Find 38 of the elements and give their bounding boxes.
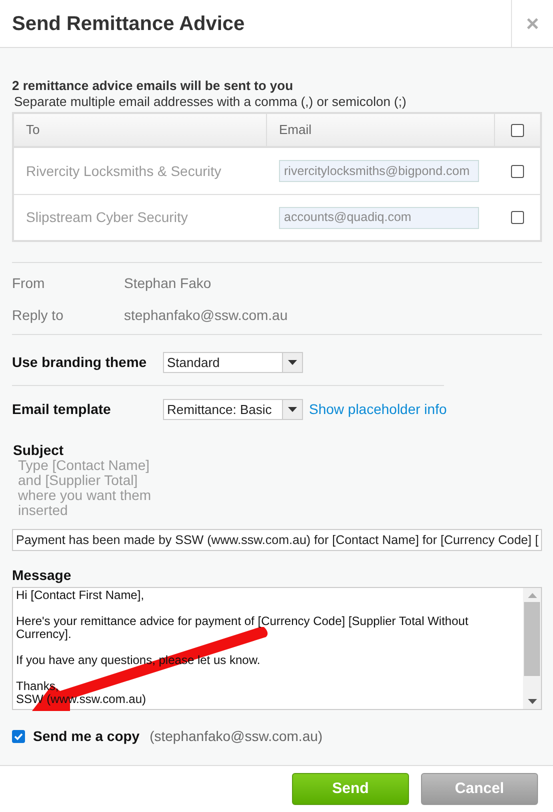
table-cell: Rivercity Locksmiths & Security: [26, 162, 222, 178]
checkbox[interactable]: [12, 730, 25, 743]
field-label: Message: [12, 566, 72, 585]
help-text: Type [Contact Name] and [Supplier Total] where you want them inserted: [18, 458, 152, 518]
field-label: Reply to: [12, 306, 64, 325]
field-label: Subject: [12, 442, 65, 458]
caret-icon: [288, 407, 297, 412]
window-title: Send Remittance Advice: [11, 12, 246, 36]
dropdown[interactable]: Standard: [163, 352, 303, 373]
email-field[interactable]: accounts@quadiq.com: [279, 206, 479, 228]
email-address: (stephanfako@ssw.com.au): [150, 727, 323, 746]
send-button[interactable]: Send: [292, 773, 409, 805]
field-label: Use branding theme: [12, 353, 148, 372]
field-label: From: [12, 274, 46, 293]
subject-field[interactable]: Payment has been made by SSW (www.ssw.com.au) for [Contact Name] for [Currency Code] [: [12, 529, 542, 551]
checkbox[interactable]: [511, 164, 524, 178]
checkbox[interactable]: [511, 124, 524, 136]
message-line: Hi [Contact First Name],: [16, 589, 146, 602]
field-label: Email template: [12, 400, 112, 419]
sender-name: Stephan Fako: [124, 274, 212, 293]
scrollbar[interactable]: [523, 588, 541, 709]
message-line: If you have any questions, please let us know.: [16, 654, 262, 667]
cancel-button[interactable]: Cancel: [421, 773, 538, 805]
hint-text: Separate multiple email addresses with a comma (,) or semicolon (;): [13, 94, 406, 110]
email-field[interactable]: rivercitylocksmiths@bigpond.com: [279, 160, 479, 182]
caret-icon: [288, 360, 297, 365]
close-button[interactable]: ×: [526, 12, 539, 34]
placeholder-info-link[interactable]: Show placeholder info: [309, 399, 447, 420]
column-header: To: [26, 121, 40, 140]
column-header: Email: [279, 121, 312, 140]
email-address: stephanfako@ssw.com.au: [124, 306, 288, 325]
message-line: Thanks,: [16, 680, 60, 693]
summary-text: 2 remittance advice emails will be sent to you: [12, 78, 294, 94]
checkbox[interactable]: [511, 211, 524, 224]
message-line: Here's your remittance advice for payment of [Currency Code] [Supplier Total Without Currency].: [16, 615, 470, 641]
dropdown[interactable]: Remittance: Basic: [163, 399, 303, 420]
table-cell: Slipstream Cyber Security: [26, 209, 188, 225]
checkbox-label: Send me a copy: [33, 727, 140, 746]
